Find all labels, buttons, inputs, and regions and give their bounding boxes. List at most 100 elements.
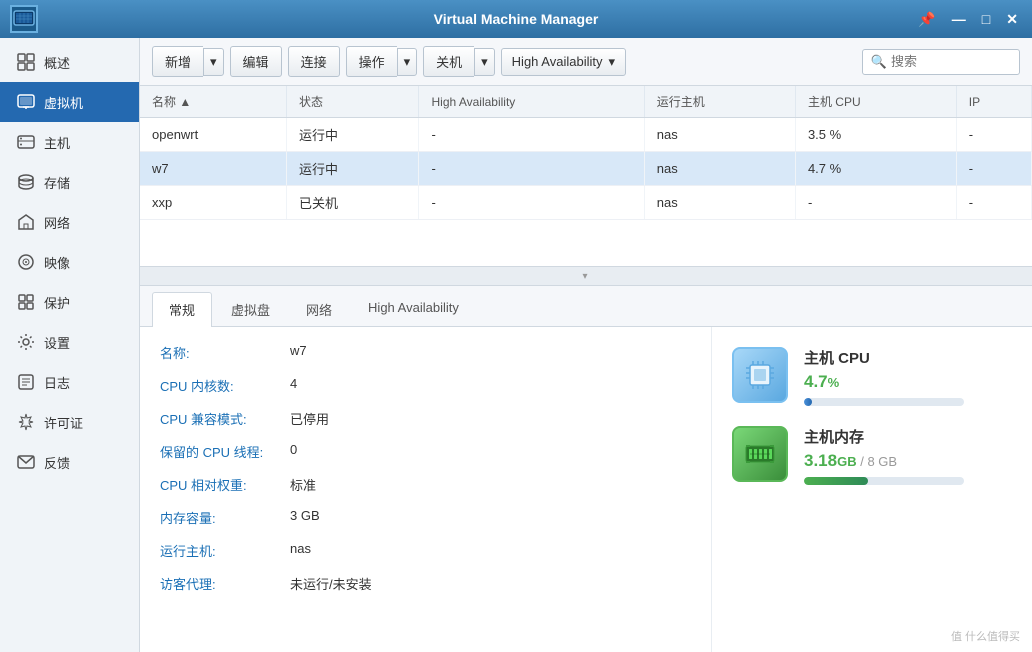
shutdown-button[interactable]: 关机	[423, 46, 474, 77]
sidebar-item-settings[interactable]: 设置	[0, 322, 139, 362]
cell-name: openwrt	[140, 118, 286, 152]
detail-value: nas	[290, 541, 311, 556]
detail-row: 内存容量: 3 GB	[160, 508, 691, 527]
content-area: 新增 ▾ 编辑 连接 操作 ▾ 关机 ▾ High Availability	[140, 38, 1032, 652]
sidebar-label-image: 映像	[44, 253, 70, 272]
vm-table: 名称 ▲ 状态 High Availability 运行主机 主机 CPU	[140, 86, 1032, 220]
sidebar: 概述 虚拟机 主机	[0, 38, 140, 652]
cell-status: 运行中	[286, 118, 419, 152]
action-dropdown-button[interactable]: ▾	[397, 48, 418, 76]
search-icon: 🔍	[871, 54, 887, 70]
col-status: 状态	[286, 86, 419, 118]
sidebar-label-license: 许可证	[44, 413, 83, 432]
cell-status: 运行中	[286, 152, 419, 186]
search-input[interactable]	[891, 54, 1011, 69]
mem-resource-info: 主机内存 3.18GB / 8 GB	[804, 426, 1012, 485]
sidebar-item-vm[interactable]: 虚拟机	[0, 82, 139, 122]
tab-network[interactable]: 网络	[289, 292, 349, 326]
ha-button[interactable]: High Availability ▾	[501, 48, 626, 76]
detail-label: 运行主机:	[160, 541, 290, 560]
cell-cpu: 4.7 %	[795, 152, 956, 186]
license-icon	[16, 412, 36, 432]
cell-cpu: -	[795, 186, 956, 220]
window-controls: 📌 — □ ✕	[914, 9, 1022, 30]
add-button[interactable]: 新增	[152, 46, 203, 77]
sidebar-item-log[interactable]: 日志	[0, 362, 139, 402]
detail-value: 0	[290, 442, 297, 457]
protect-icon	[16, 292, 36, 312]
host-icon	[16, 132, 36, 152]
cpu-icon	[732, 347, 788, 403]
chevron-down-icon: ▾	[404, 54, 411, 70]
detail-left-panel: 名称: w7 CPU 内核数: 4 CPU 兼容模式: 已停用 保留的 CPU …	[140, 327, 712, 652]
sidebar-item-network[interactable]: 网络	[0, 202, 139, 242]
detail-label: 访客代理:	[160, 574, 290, 593]
cpu-value: 4.7%	[804, 372, 1012, 392]
detail-row: 运行主机: nas	[160, 541, 691, 560]
sidebar-label-storage: 存储	[44, 173, 70, 192]
sidebar-item-feedback[interactable]: 反馈	[0, 442, 139, 482]
cell-status: 已关机	[286, 186, 419, 220]
detail-label: CPU 兼容模式:	[160, 409, 290, 428]
sidebar-item-license[interactable]: 许可证	[0, 402, 139, 442]
table-row[interactable]: openwrt 运行中 - nas 3.5 % -	[140, 118, 1032, 152]
col-name: 名称 ▲	[140, 86, 286, 118]
ha-label: High Availability	[512, 54, 603, 69]
sidebar-label-vm: 虚拟机	[44, 93, 83, 112]
image-icon	[16, 252, 36, 272]
cpu-resource-card: 主机 CPU 4.7%	[732, 347, 1012, 406]
feedback-icon	[16, 452, 36, 472]
detail-label: 内存容量:	[160, 508, 290, 527]
table-header-row: 名称 ▲ 状态 High Availability 运行主机 主机 CPU	[140, 86, 1032, 118]
action-btn-group: 操作 ▾	[346, 46, 418, 77]
sidebar-label-host: 主机	[44, 133, 70, 152]
cpu-title: 主机 CPU	[804, 347, 1012, 368]
detail-value: 未运行/未安装	[290, 574, 372, 593]
cell-host: nas	[644, 118, 795, 152]
detail-row: CPU 兼容模式: 已停用	[160, 409, 691, 428]
detail-right-panel: 主机 CPU 4.7%	[712, 327, 1032, 652]
detail-label: CPU 内核数:	[160, 376, 290, 395]
watermark: 值 什么值得买	[951, 628, 1020, 644]
close-button[interactable]: ✕	[1002, 9, 1022, 30]
connect-button[interactable]: 连接	[288, 46, 340, 77]
sidebar-label-overview: 概述	[44, 53, 70, 72]
edit-button[interactable]: 编辑	[230, 46, 282, 77]
sidebar-item-overview[interactable]: 概述	[0, 42, 139, 82]
action-button[interactable]: 操作	[346, 46, 397, 77]
shutdown-dropdown-button[interactable]: ▾	[474, 48, 495, 76]
splitter[interactable]: ▾	[140, 266, 1032, 286]
mem-progress-fill	[804, 477, 868, 485]
col-host: 运行主机	[644, 86, 795, 118]
detail-row: CPU 相对权重: 标准	[160, 475, 691, 494]
titlebar: Virtual Machine Manager 📌 — □ ✕	[0, 0, 1032, 38]
col-ip: IP	[956, 86, 1031, 118]
cell-host: nas	[644, 186, 795, 220]
table-row[interactable]: w7 运行中 - nas 4.7 % -	[140, 152, 1032, 186]
sidebar-item-protect[interactable]: 保护	[0, 282, 139, 322]
minimize-button[interactable]: —	[948, 9, 970, 30]
tab-disk[interactable]: 虚拟盘	[214, 292, 287, 326]
tab-general[interactable]: 常规	[152, 292, 212, 327]
sidebar-label-settings: 设置	[44, 333, 70, 352]
detail-label: 名称:	[160, 343, 290, 362]
add-dropdown-button[interactable]: ▾	[203, 48, 224, 76]
table-row[interactable]: xxp 已关机 - nas - -	[140, 186, 1032, 220]
sidebar-item-host[interactable]: 主机	[0, 122, 139, 162]
detail-row: 访客代理: 未运行/未安装	[160, 574, 691, 593]
mem-progress-bar	[804, 477, 964, 485]
sidebar-item-storage[interactable]: 存储	[0, 162, 139, 202]
sidebar-item-image[interactable]: 映像	[0, 242, 139, 282]
cell-cpu: 3.5 %	[795, 118, 956, 152]
tab-ha[interactable]: High Availability	[351, 292, 476, 326]
sidebar-label-log: 日志	[44, 373, 70, 392]
sidebar-label-feedback: 反馈	[44, 453, 70, 472]
maximize-button[interactable]: □	[978, 9, 994, 30]
pin-button[interactable]: 📌	[914, 9, 939, 30]
sidebar-label-protect: 保护	[44, 293, 70, 312]
detail-value: w7	[290, 343, 307, 358]
cell-name: w7	[140, 152, 286, 186]
app-logo	[10, 5, 38, 33]
detail-tabs: 常规 虚拟盘 网络 High Availability	[140, 286, 1032, 327]
sidebar-label-network: 网络	[44, 213, 70, 232]
